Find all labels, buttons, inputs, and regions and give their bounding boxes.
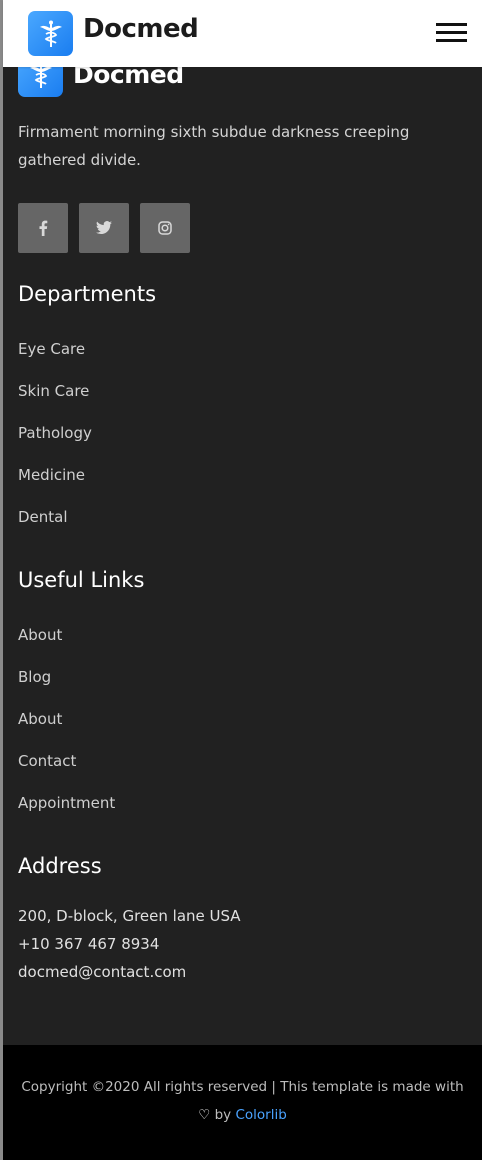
twitter-icon[interactable] (79, 203, 129, 253)
address-block: 200, D-block, Green lane USA +10 367 467… (18, 902, 241, 986)
useful-link-appointment[interactable]: Appointment (18, 794, 115, 836)
copyright-text: Copyright ©2020 All rights reserved | Th… (21, 1079, 464, 1095)
useful-link-blog[interactable]: Blog (18, 668, 115, 710)
hamburger-menu-icon[interactable] (436, 23, 467, 43)
department-link-skin-care[interactable]: Skin Care (18, 382, 92, 424)
copyright-credit-line: ♡ by Colorlib (3, 1107, 482, 1123)
useful-links-list: About Blog About Contact Appointment (18, 626, 115, 836)
address-heading: Address (18, 854, 102, 878)
useful-link-about[interactable]: About (18, 626, 115, 668)
department-link-pathology[interactable]: Pathology (18, 424, 92, 466)
street-address: 200, D-block, Green lane USA (18, 907, 241, 925)
caduceus-logo-icon[interactable] (28, 11, 73, 56)
social-links (18, 203, 201, 253)
useful-links-heading: Useful Links (18, 568, 145, 592)
departments-heading: Departments (18, 282, 157, 306)
department-link-eye-care[interactable]: Eye Care (18, 340, 92, 382)
page: Docmed Docmed Firmament morning sixth su… (3, 0, 482, 1160)
heart-icon: ♡ (198, 1107, 211, 1123)
instagram-icon[interactable] (140, 203, 190, 253)
facebook-icon[interactable] (18, 203, 68, 253)
email-address: docmed@contact.com (18, 963, 187, 981)
phone-number: +10 367 467 8934 (18, 935, 160, 953)
header-bar: Docmed (3, 0, 482, 67)
colorlib-link[interactable]: Colorlib (235, 1107, 286, 1123)
departments-list: Eye Care Skin Care Pathology Medicine De… (18, 340, 92, 550)
brand-name[interactable]: Docmed (83, 14, 199, 44)
footer-description: Firmament morning sixth subdue darkness … (18, 123, 410, 169)
department-link-medicine[interactable]: Medicine (18, 466, 92, 508)
copyright-bar: Copyright ©2020 All rights reserved | Th… (3, 1045, 482, 1160)
useful-link-contact[interactable]: Contact (18, 752, 115, 794)
department-link-dental[interactable]: Dental (18, 508, 92, 550)
useful-link-about-2[interactable]: About (18, 710, 115, 752)
by-text: by (214, 1107, 232, 1123)
